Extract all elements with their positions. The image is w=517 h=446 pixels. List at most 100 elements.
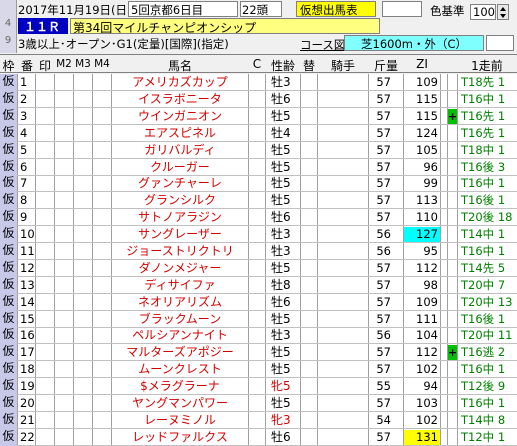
table-row[interactable]: 仮 8 グランシルク 牡5 57 113 T16後 1 [0,192,517,209]
horse-name[interactable]: ジョーストリクトリ [112,244,248,260]
m2-cell[interactable] [55,143,73,159]
m4-cell[interactable] [93,176,111,192]
table-row[interactable]: 仮 18 ムーンクレスト 牡5 57 102 T16中 1 [0,361,517,378]
col-kinryo[interactable]: 斤量 [369,57,403,72]
m4-cell[interactable] [93,328,111,344]
last-race[interactable]: T16後 1 [458,312,517,328]
col-last1[interactable]: 1走前 [458,57,516,72]
mark-cell[interactable] [36,312,54,328]
m4-cell[interactable] [93,227,111,243]
col-ban[interactable]: 番 [19,57,35,72]
horse-name[interactable]: ブラックムーン [112,312,248,328]
horse-name[interactable]: ガリバルディ [112,143,248,159]
table-row[interactable]: 仮 14 ネオリアリズム 牡6 57 109 T20中 13 [0,294,517,311]
m3-cell[interactable] [74,126,92,142]
m2-cell[interactable] [55,193,73,209]
m4-cell[interactable] [93,295,111,311]
spin-down-icon[interactable] [500,14,506,18]
mark-cell[interactable] [36,109,54,125]
m4-cell[interactable] [93,312,111,328]
mark-cell[interactable] [36,210,54,226]
m3-cell[interactable] [74,143,92,159]
col-in[interactable]: 印 [36,57,54,72]
horse-name[interactable]: ウインガニオン [112,109,248,125]
last-race[interactable]: T16中 1 [458,244,517,260]
last-race[interactable]: T12中 1 [458,430,517,446]
m2-cell[interactable] [55,295,73,311]
m2-cell[interactable] [55,92,73,108]
horse-name[interactable]: $メラグラーナ [112,379,248,395]
col-jockey[interactable]: 騎手 [318,57,368,72]
m2-cell[interactable] [55,328,73,344]
last-race[interactable]: T12後 9 [458,379,517,395]
m4-cell[interactable] [93,126,111,142]
m4-cell[interactable] [93,143,111,159]
col-name[interactable]: 馬名 [112,57,248,72]
table-row[interactable]: 仮 7 グァンチャーレ 牡5 57 99 T16中 1 [0,175,517,192]
table-row[interactable]: 仮 15 ブラックムーン 牡5 57 111 T16後 1 [0,311,517,328]
mark-cell[interactable] [36,261,54,277]
horse-name[interactable]: グランシルク [112,193,248,209]
horse-name[interactable]: イスラボニータ [112,92,248,108]
m2-cell[interactable] [55,210,73,226]
m2-cell[interactable] [55,379,73,395]
mark-cell[interactable] [36,227,54,243]
m3-cell[interactable] [74,109,92,125]
m3-cell[interactable] [74,160,92,176]
mark-cell[interactable] [36,379,54,395]
m3-cell[interactable] [74,210,92,226]
m4-cell[interactable] [93,160,111,176]
table-row[interactable]: 仮 10 サングレーザー 牡3 56 127 T14中 1 [0,226,517,243]
m4-cell[interactable] [93,109,111,125]
mark-cell[interactable] [36,295,54,311]
table-row[interactable]: 仮 3 ウインガニオン 牡5 57 115 + T16先 1 [0,108,517,125]
last-race[interactable]: T14中 8 [458,413,517,429]
horse-name[interactable]: サトノアラジン [112,210,248,226]
horse-name[interactable]: ムーンクレスト [112,362,248,378]
horse-name[interactable]: グァンチャーレ [112,176,248,192]
m4-cell[interactable] [93,75,111,91]
irokijun-spinner[interactable] [497,4,509,20]
table-row[interactable]: 仮 13 ディサイファ 牡8 57 98 T20中 7 [0,277,517,294]
last-race[interactable]: T16中 1 [458,176,517,192]
m3-cell[interactable] [74,328,92,344]
table-row[interactable]: 仮 9 サトノアラジン 牡6 57 110 T20後 18 [0,209,517,226]
last-race[interactable]: T16逃 2 [458,345,517,361]
m3-cell[interactable] [74,379,92,395]
m2-cell[interactable] [55,75,73,91]
m2-cell[interactable] [55,396,73,412]
m4-cell[interactable] [93,193,111,209]
table-row[interactable]: 仮 21 レーヌミノル 牝3 54 102 T14中 8 [0,412,517,429]
mark-cell[interactable] [36,328,54,344]
horse-name[interactable]: クルーガー [112,160,248,176]
mark-cell[interactable] [36,126,54,142]
m4-cell[interactable] [93,430,111,446]
table-row[interactable]: 仮 22 レッドファルクス 牡6 57 131 T12中 1 [0,429,517,446]
m3-cell[interactable] [74,312,92,328]
m3-cell[interactable] [74,75,92,91]
m3-cell[interactable] [74,413,92,429]
horse-name[interactable]: アメリカズカップ [112,75,248,91]
m3-cell[interactable] [74,345,92,361]
horse-name[interactable]: ネオリアリズム [112,295,248,311]
m2-cell[interactable] [55,345,73,361]
last-race[interactable]: T16後 3 [458,160,517,176]
m3-cell[interactable] [74,92,92,108]
col-c[interactable]: C [249,57,265,72]
last-race[interactable]: T16中 1 [458,362,517,378]
m4-cell[interactable] [93,210,111,226]
mark-cell[interactable] [36,362,54,378]
table-row[interactable]: 仮 20 ヤングマンパワー 牡5 57 103 T16中 1 [0,395,517,412]
last-race[interactable]: T20中 7 [458,278,517,294]
mark-cell[interactable] [36,430,54,446]
m4-cell[interactable] [93,244,111,260]
m3-cell[interactable] [74,278,92,294]
course-label[interactable]: コース図 [300,37,344,52]
m2-cell[interactable] [55,176,73,192]
mark-cell[interactable] [36,92,54,108]
table-row[interactable]: 仮 17 マルターズアポジー 牡5 57 112 + T16逃 2 [0,344,517,361]
table-row[interactable]: 仮 6 クルーガー 牡5 57 96 T16後 3 [0,159,517,176]
m3-cell[interactable] [74,193,92,209]
mark-cell[interactable] [36,278,54,294]
table-row[interactable]: 仮 1 アメリカズカップ 牡3 57 109 T18先 1 [0,74,517,91]
